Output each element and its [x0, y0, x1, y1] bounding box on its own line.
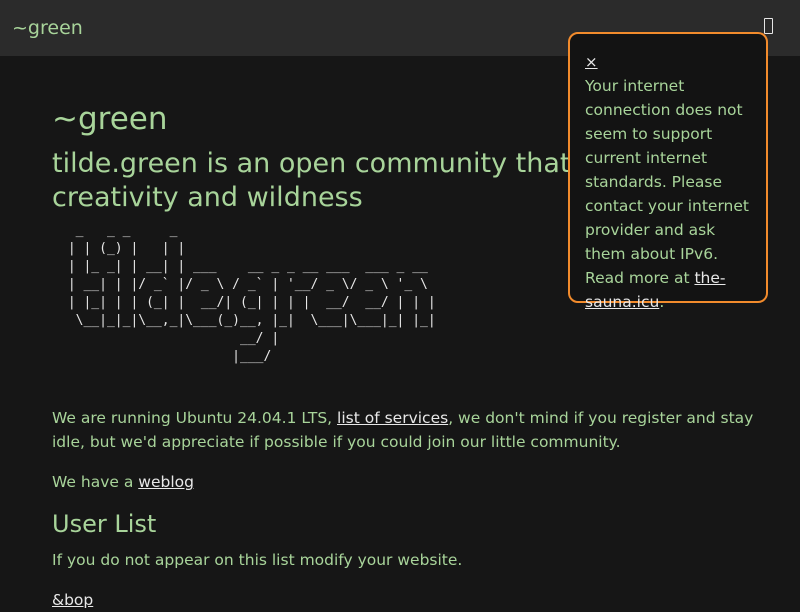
brand-link[interactable]: ~green	[12, 16, 83, 40]
close-icon[interactable]: ×	[585, 50, 752, 74]
user-list-note: If you do not appear on this list modify…	[52, 551, 463, 569]
intro-text-before: We are running Ubuntu 24.04.1 LTS,	[52, 409, 338, 427]
user-link[interactable]: &bop	[52, 591, 93, 609]
page-title: ~green	[52, 101, 168, 137]
ipv6-notice-text: Your internet connection does not seem t…	[585, 74, 752, 314]
user-list-heading: User List	[52, 510, 157, 538]
ascii-art-logo: _ _ _ _ | | (_) | | | | |_ _| | __| | __…	[67, 223, 436, 364]
ipv6-notice-popup: × Your internet connection does not seem…	[568, 32, 768, 311]
intro-paragraph: We are running Ubuntu 24.04.1 LTS, list …	[52, 406, 772, 454]
notice-period: .	[659, 293, 665, 311]
notice-message: Your internet connection does not seem t…	[585, 77, 749, 287]
weblog-paragraph: We have a weblog	[52, 470, 194, 494]
weblog-text: We have a	[52, 473, 139, 491]
menu-icon[interactable]	[764, 18, 773, 34]
list-item: &bop	[52, 588, 93, 612]
services-link[interactable]: list of services	[337, 409, 448, 427]
weblog-link[interactable]: weblog	[138, 473, 194, 491]
